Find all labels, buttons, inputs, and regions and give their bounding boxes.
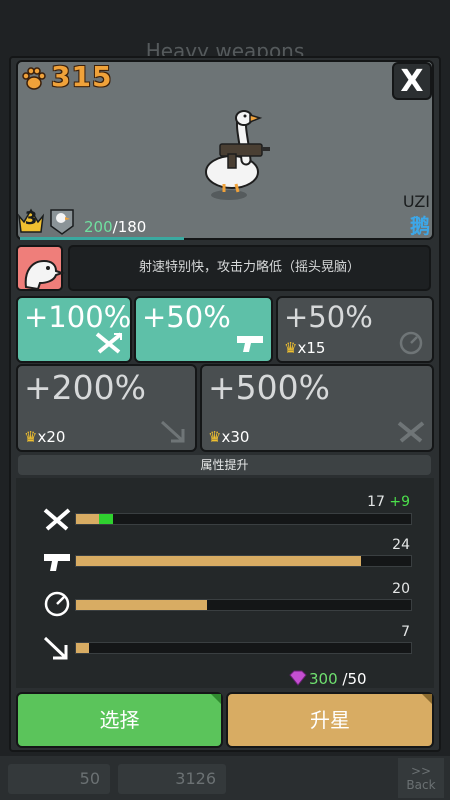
- stat-base-value: 24: [392, 537, 410, 553]
- attribute-boost-header: 属性提升: [18, 455, 431, 475]
- select-button-label: 选择: [99, 708, 140, 732]
- stat-base-value: 17: [367, 494, 385, 510]
- paw-count: 315: [51, 60, 113, 93]
- stat-bar-bonus-fill: [99, 514, 113, 524]
- back-arrows-icon: >>: [410, 764, 432, 778]
- stat-bar-firepower: [75, 513, 412, 525]
- upgrade-tile-2[interactable]: +50%: [134, 296, 273, 363]
- upgrade-percent: +200%: [24, 368, 146, 407]
- stat-bar-fill: [76, 600, 207, 610]
- pistol-icon: [237, 336, 263, 352]
- goose-badge-icon: [50, 209, 74, 235]
- hp-readout: 200/180: [84, 218, 146, 236]
- crown-cost-icon: ♛: [284, 339, 298, 357]
- pierce-arrow-icon: [160, 420, 185, 443]
- pierce-arrow-icon: [43, 636, 68, 660]
- stat-bar-fill: [76, 643, 90, 653]
- button-corner-decoration: [211, 694, 221, 704]
- stat-base-value: 7: [401, 624, 410, 640]
- upgrade-cost-value: x30: [221, 428, 250, 446]
- gem-current: 300: [309, 670, 338, 688]
- back-button[interactable]: >> Back: [398, 758, 444, 798]
- upgrade-percent: +100%: [24, 300, 132, 334]
- paw-icon: [22, 67, 46, 90]
- crossed-guns-icon: [43, 508, 71, 531]
- stat-base-value: 20: [392, 581, 410, 597]
- crown-cost-icon: ♛: [208, 428, 222, 446]
- stat-value-firepower: 17 +9: [367, 494, 410, 510]
- gem-icon: [289, 670, 307, 686]
- upgrade-tile-1[interactable]: +100%: [16, 296, 132, 363]
- weapon-owner-label: 鹅: [410, 214, 430, 238]
- gauge-icon: [399, 331, 423, 355]
- button-corner-decoration: [422, 694, 432, 704]
- stat-bar-fill: [76, 556, 361, 566]
- pistol-icon: [44, 554, 70, 571]
- upgrade-cost-value: x15: [297, 339, 326, 357]
- skill-description: 射速特别快，攻击力略低（摇头晃脑）: [68, 245, 431, 291]
- crossed-guns-icon: [397, 421, 425, 443]
- stat-value-pierce: 7: [401, 624, 410, 640]
- stat-value-damage: 24: [392, 537, 410, 553]
- background-resource-1: 50: [8, 764, 110, 794]
- weapon-name: UZI: [402, 192, 430, 211]
- goose-skill-icon: [16, 245, 66, 291]
- weapon-level: 3: [24, 208, 38, 229]
- gem-cost: 300 /50: [309, 670, 367, 688]
- upgrade-star-button[interactable]: 升星: [226, 692, 434, 748]
- upgrade-cost: ♛x30: [208, 428, 249, 446]
- hp-current: 200: [84, 218, 113, 236]
- background-resource-2: 3126: [118, 764, 226, 794]
- upgrade-tile-4[interactable]: +200% ♛x20: [16, 364, 197, 452]
- hp-max: /180: [112, 218, 147, 236]
- gem-required: /50: [342, 670, 367, 688]
- stat-bar-damage: [75, 555, 412, 567]
- select-button[interactable]: 选择: [16, 692, 223, 748]
- gauge-icon: [44, 591, 70, 617]
- hp-progress-bar: [20, 237, 184, 240]
- upgrade-percent: +50%: [284, 300, 373, 334]
- back-label: Back: [406, 778, 436, 792]
- upgrade-tile-5[interactable]: +500% ♛x30: [200, 364, 434, 452]
- upgrade-cost: ♛x20: [24, 428, 65, 446]
- upgrade-star-button-label: 升星: [310, 708, 350, 732]
- crown-cost-icon: ♛: [24, 428, 38, 446]
- upgrade-percent: +50%: [142, 300, 231, 334]
- close-button[interactable]: X: [392, 62, 432, 100]
- stat-bar-pierce: [75, 642, 412, 654]
- upgrade-tile-3[interactable]: +50% ♛x15: [276, 296, 434, 363]
- stat-value-fire-rate: 20: [392, 581, 410, 597]
- upgrade-cost-value: x20: [37, 428, 66, 446]
- stat-bar-fill: [76, 514, 100, 524]
- stat-bonus-value: +9: [389, 494, 410, 510]
- upgrade-cost: ♛x15: [284, 339, 325, 357]
- upgrade-percent: +500%: [208, 368, 330, 407]
- stat-bar-fire-rate: [75, 599, 412, 611]
- crossed-guns-icon: [95, 332, 123, 354]
